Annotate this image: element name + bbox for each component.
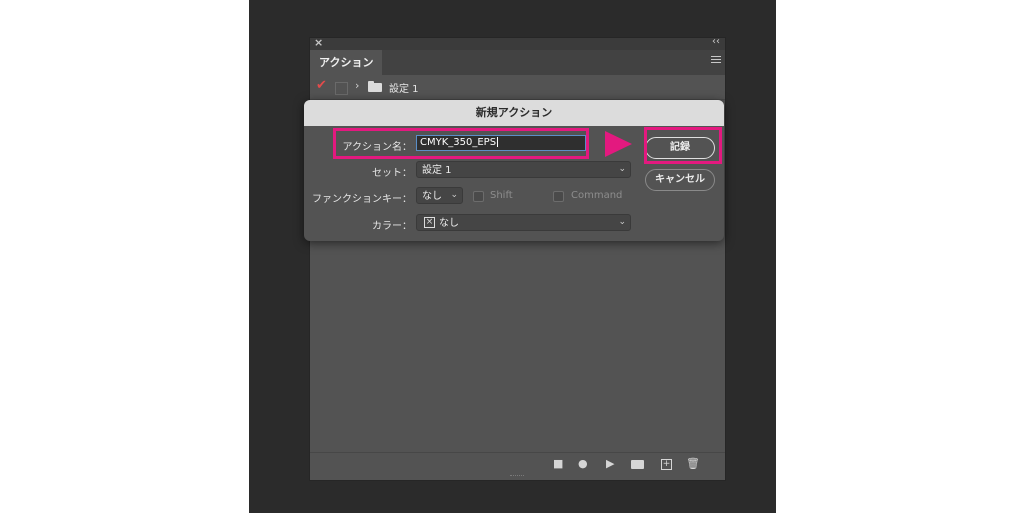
shift-label: Shift — [490, 190, 513, 201]
trash-icon[interactable]: 🗑 — [686, 458, 700, 470]
folder-icon — [368, 81, 382, 92]
chevron-right-icon[interactable]: › — [355, 79, 359, 92]
dropdown-chevron-icon: ⌄ — [618, 164, 626, 174]
new-action-icon[interactable]: + — [661, 459, 672, 470]
panel-header: × ‹‹ — [310, 36, 725, 50]
panel-menu-icon[interactable] — [711, 56, 721, 66]
checkmark-icon[interactable]: ✔ — [316, 78, 327, 93]
new-action-dialog: 新規アクション アクション名： CMYK_350_EPS セット： 設定 1 ⌄… — [304, 100, 724, 241]
dialog-title: 新規アクション — [304, 100, 724, 126]
set-select-value: 設定 1 — [422, 165, 452, 176]
collapse-icon[interactable]: ‹‹ — [712, 36, 720, 47]
record-icon[interactable]: ● — [578, 458, 588, 470]
function-key-select[interactable]: なし ⌄ — [416, 187, 463, 204]
panel-tabbar: アクション — [310, 50, 725, 75]
play-icon[interactable]: ▶ — [606, 458, 614, 470]
tab-actions[interactable]: アクション — [310, 50, 383, 75]
action-set-row[interactable]: ✔ › 設定 1 — [310, 77, 725, 100]
annotation-highlight-record — [644, 127, 722, 164]
dialog-toggle-icon[interactable] — [335, 82, 348, 95]
panel-footer-toolbar: ■ ● ▶ + 🗑 — [310, 452, 725, 475]
dropdown-chevron-icon: ⌄ — [618, 217, 626, 227]
annotation-highlight-name — [333, 128, 589, 159]
new-set-icon[interactable] — [631, 460, 644, 469]
stop-icon[interactable]: ■ — [553, 458, 563, 470]
color-label: カラー： — [372, 221, 412, 232]
set-select[interactable]: 設定 1 ⌄ — [416, 161, 631, 178]
color-select[interactable]: × なし ⌄ — [416, 214, 631, 231]
set-label: セット： — [372, 168, 412, 179]
annotation-arrow — [605, 131, 632, 157]
color-select-value: なし — [439, 218, 459, 229]
dropdown-chevron-icon: ⌄ — [450, 190, 458, 200]
command-checkbox[interactable] — [553, 191, 564, 202]
cancel-button[interactable]: キャンセル — [645, 169, 715, 191]
function-key-label: ファンクションキー： — [312, 194, 412, 205]
no-color-icon: × — [424, 217, 435, 228]
close-icon[interactable]: × — [314, 36, 323, 49]
resize-grip[interactable] — [510, 475, 524, 479]
set-name: 設定 1 — [389, 84, 419, 95]
command-label: Command — [571, 190, 623, 201]
function-key-value: なし — [422, 191, 442, 202]
shift-checkbox[interactable] — [473, 191, 484, 202]
